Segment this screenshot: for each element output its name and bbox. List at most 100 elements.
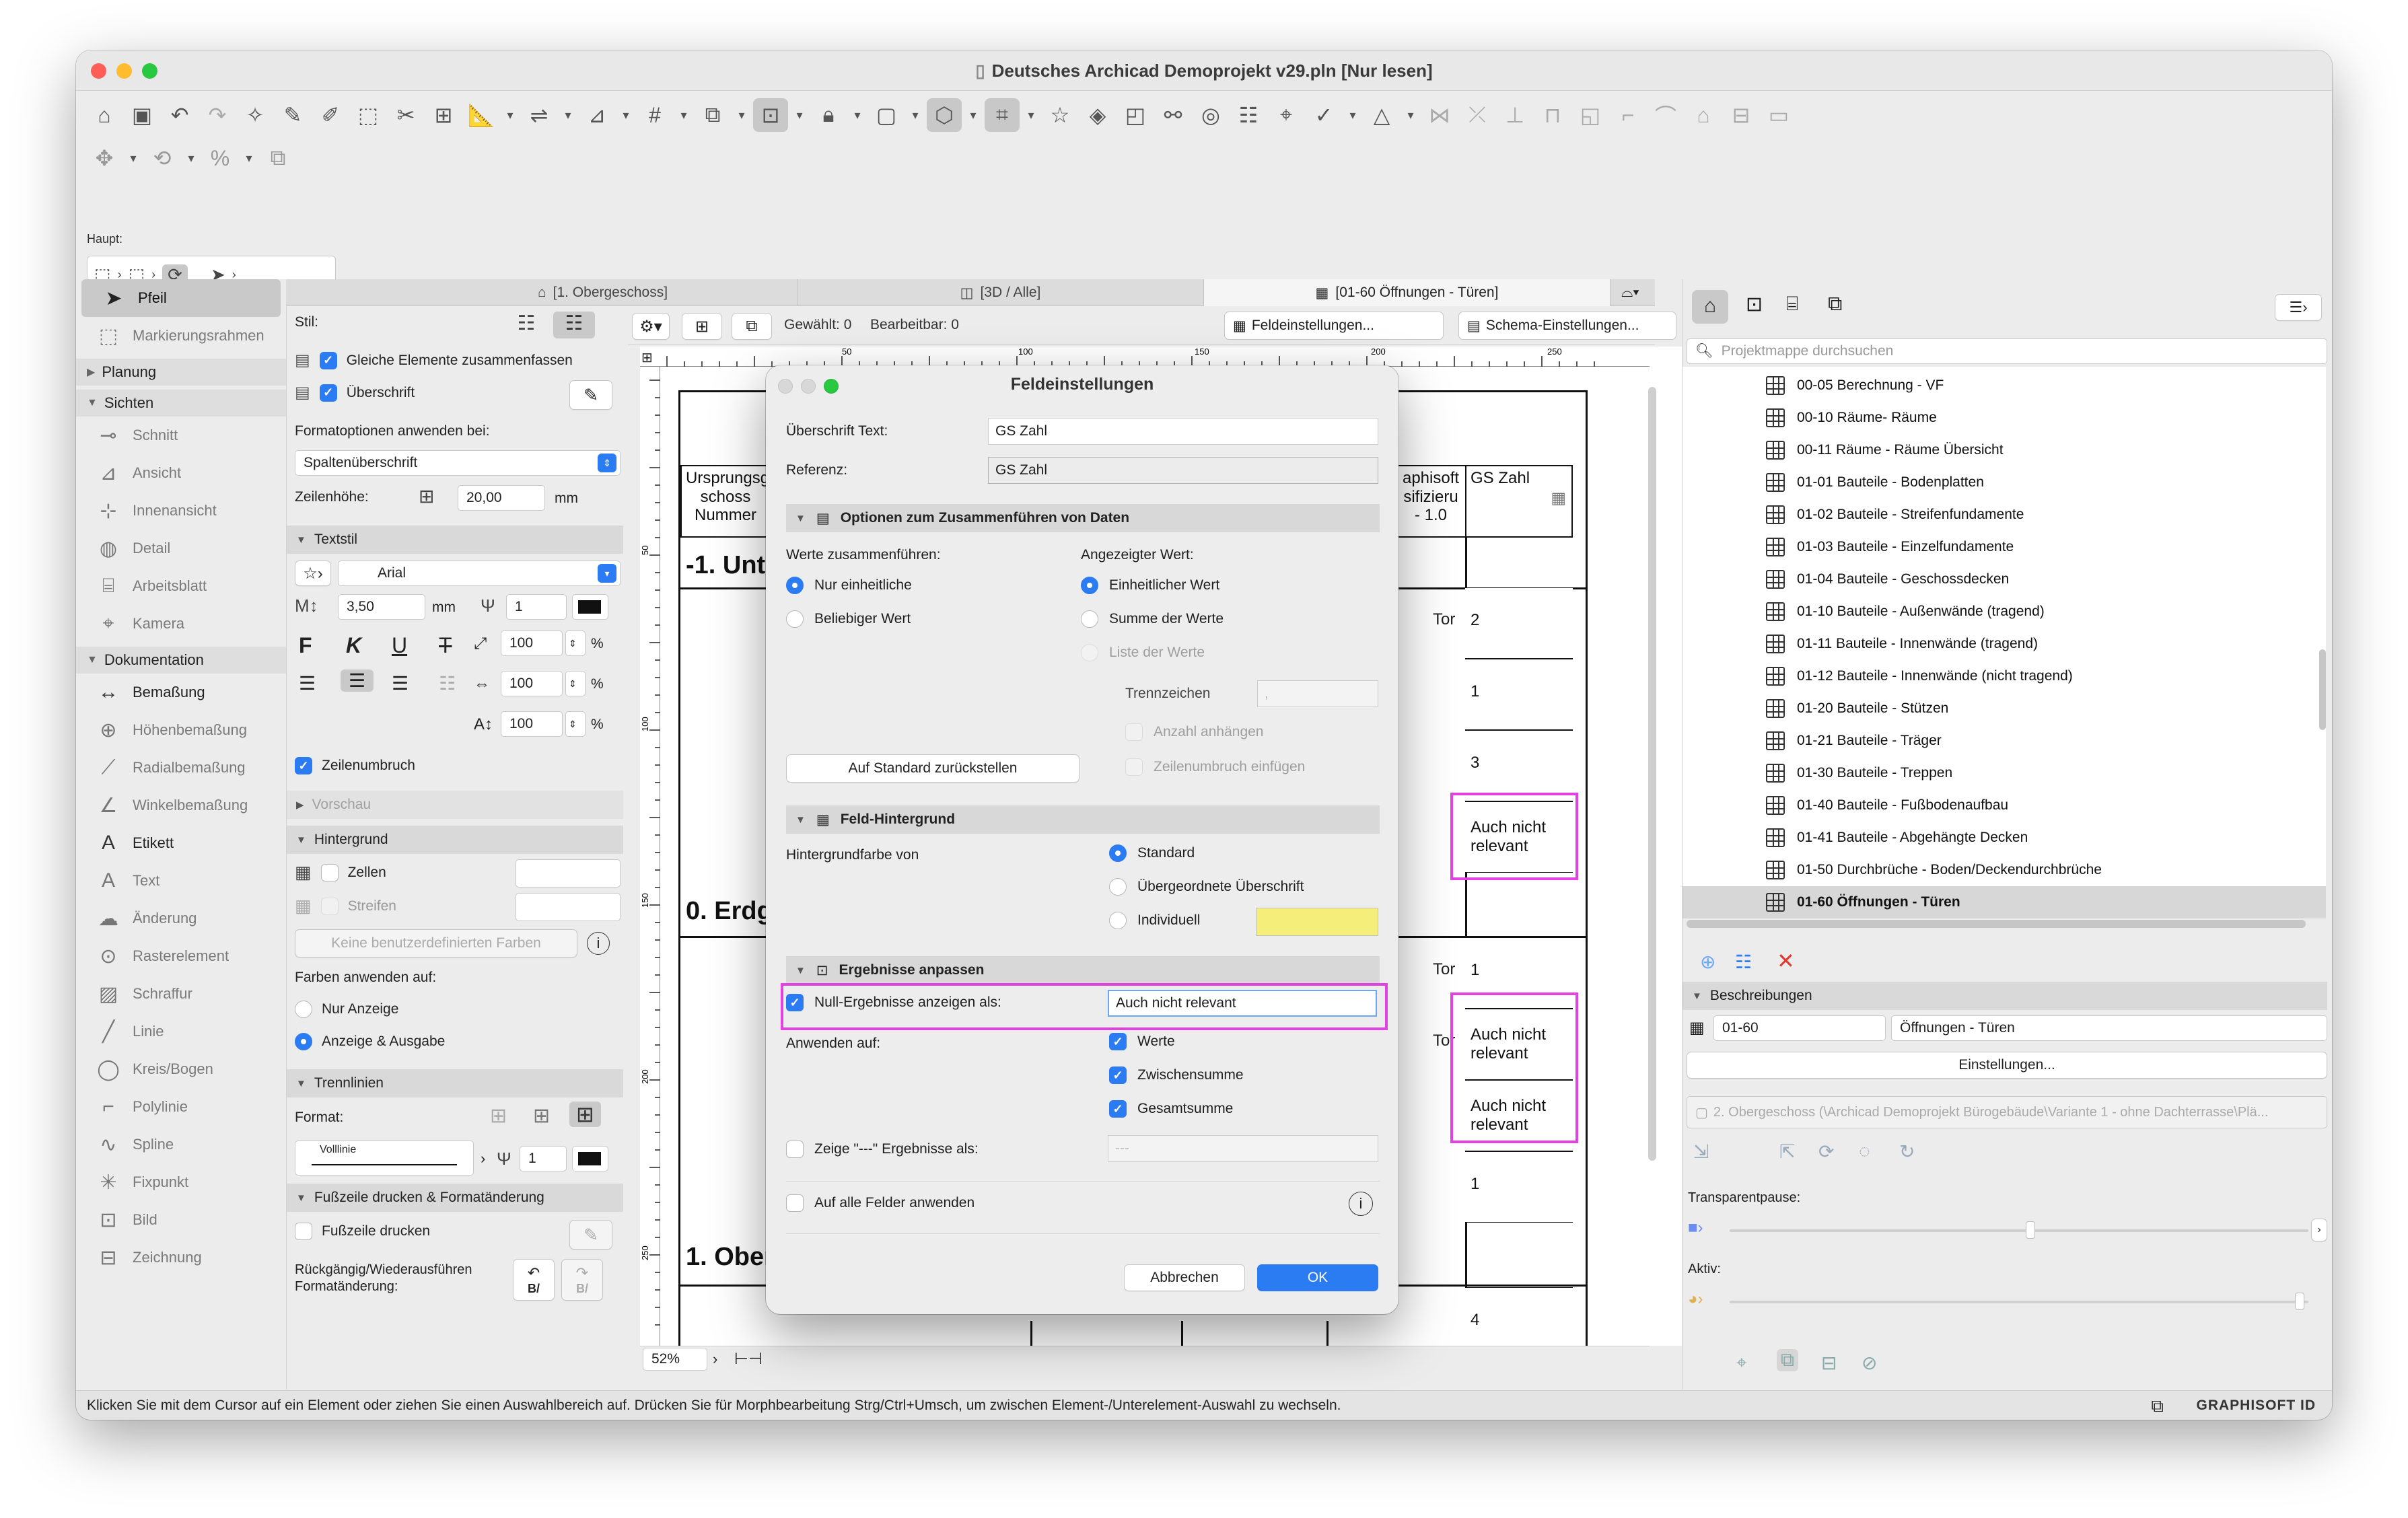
nav-item-schedule[interactable]: 01-30 Bauteile - Treppen xyxy=(1766,757,1952,789)
uniform-value-radio[interactable] xyxy=(1081,577,1098,594)
layer-icon[interactable]: ⧉ xyxy=(695,98,730,132)
tool-image[interactable]: ⊡ Bild xyxy=(76,1201,286,1239)
tab-floorplan[interactable]: ⌂ [1. Obergeschoss] xyxy=(409,279,798,306)
id-input[interactable]: 01-60 xyxy=(1713,1015,1886,1041)
chevron-down-icon[interactable]: ▾ xyxy=(617,98,635,132)
tab-schedule[interactable]: ▦ [01-60 Öffnungen - Türen] xyxy=(1204,279,1610,306)
frame-icon[interactable]: ▢ xyxy=(869,98,904,132)
star-icon[interactable]: ☆› xyxy=(295,561,331,586)
zoom-field[interactable]: 52% xyxy=(643,1348,707,1371)
home-icon[interactable]: ⌂ xyxy=(87,98,122,132)
snap-icon[interactable]: ⊿ xyxy=(579,98,614,132)
nav-item-schedule[interactable]: 01-04 Bauteile - Geschossdecken xyxy=(1766,563,2009,595)
favorite-icon[interactable]: ☆ xyxy=(1042,98,1077,132)
insert-linebreak-checkbox[interactable] xyxy=(1125,758,1143,776)
row-height-input[interactable]: 20,00 xyxy=(458,485,545,511)
trennlinien-section[interactable]: ▼ Trennlinien xyxy=(287,1069,623,1097)
chevron-down-icon[interactable]: ▾ xyxy=(559,98,577,132)
mode-icon-4[interactable]: ⊘ xyxy=(1862,1352,1877,1374)
chevron-down-icon[interactable]: ▾ xyxy=(849,98,866,132)
curve-icon[interactable]: ⌒ xyxy=(1648,98,1683,132)
font-size-input[interactable]: 3,50 xyxy=(338,594,425,620)
delete-icon[interactable]: ✕ xyxy=(1777,948,1795,974)
null-results-checkbox[interactable]: ✓ xyxy=(786,994,804,1011)
width-input[interactable]: 100 xyxy=(501,630,563,656)
strikethrough-icon[interactable]: T xyxy=(439,633,452,658)
height-input[interactable]: 100 xyxy=(501,711,563,737)
bg-standard-radio[interactable] xyxy=(1109,844,1127,862)
apply-total-checkbox[interactable]: ✓ xyxy=(1109,1100,1127,1118)
pencil-icon[interactable]: ✎ xyxy=(569,380,612,410)
chevron-down-icon[interactable]: ▾ xyxy=(182,141,200,175)
tool-text[interactable]: A Text xyxy=(76,862,286,900)
name-input[interactable]: Öffnungen - Türen xyxy=(1891,1015,2327,1041)
value-cell[interactable]: 1 xyxy=(1465,1151,1573,1223)
tool-level-dimension[interactable]: ⊕ Höhenbemaßung xyxy=(76,711,286,749)
syringe-icon[interactable]: ✐ xyxy=(313,98,348,132)
footer-section[interactable]: ▼ Fußzeile drucken & Formatänderung xyxy=(287,1184,623,1212)
tag-icon[interactable]: ⌖ xyxy=(1269,98,1304,132)
nav-item-schedule[interactable]: 01-40 Bauteile - Fußbodenaufbau xyxy=(1766,789,2008,822)
nav-item-schedule[interactable]: 01-60 Öffnungen - Türen xyxy=(1766,886,1960,918)
chevron-down-icon[interactable]: ▾ xyxy=(964,98,982,132)
nav-item-schedule[interactable]: 01-12 Bauteile - Innenwände (nicht trage… xyxy=(1766,660,2073,692)
place-icon[interactable]: ⇱ xyxy=(1779,1141,1795,1163)
cells-color-swatch[interactable] xyxy=(516,859,621,888)
footer-checkbox[interactable] xyxy=(295,1223,312,1240)
redefine-icon[interactable]: ⇲ xyxy=(1693,1141,1709,1163)
grid-all-icon[interactable]: ⊞ xyxy=(569,1101,601,1127)
dash-results-checkbox[interactable] xyxy=(786,1141,804,1158)
toolbox-group-sichten[interactable]: ▼ Sichten xyxy=(76,390,286,417)
fillet-icon[interactable]: ◱ xyxy=(1573,98,1608,132)
value-cell[interactable]: 3 xyxy=(1465,730,1573,801)
chevron-updown-icon[interactable]: ⇕ xyxy=(598,454,616,472)
chevron-down-icon[interactable]: ▾ xyxy=(733,98,750,132)
adjust-icon[interactable]: ⤫ xyxy=(1460,98,1495,132)
tool-fill[interactable]: ▨ Schraffur xyxy=(76,975,286,1013)
line-type-select[interactable]: Volllinie xyxy=(295,1141,474,1176)
fit-width-icon[interactable]: ⊢⊣ xyxy=(734,1349,763,1369)
spacing-input[interactable]: 100 xyxy=(501,671,563,696)
chevron-down-icon[interactable]: ▾ xyxy=(501,98,519,132)
active-slider[interactable] xyxy=(1730,1293,2308,1310)
merge-same-checkbox[interactable]: ✓ xyxy=(319,351,337,369)
tab-menu-icon[interactable]: ⌓▾ xyxy=(1621,283,1639,301)
slider-thumb[interactable] xyxy=(2026,1221,2035,1239)
only-display-radio[interactable] xyxy=(295,1001,312,1018)
suspend-groups-icon[interactable]: ⊡ xyxy=(753,98,788,132)
tool-grid-element[interactable]: ⊙ Rasterelement xyxy=(76,937,286,975)
eyedropper-icon[interactable]: ✎ xyxy=(275,98,310,132)
align-justify-icon[interactable]: ☷ xyxy=(439,672,456,694)
properties-icon[interactable]: ☷ xyxy=(1231,98,1266,132)
any-value-radio[interactable] xyxy=(786,610,804,628)
project-map-icon[interactable]: ⌂ xyxy=(1692,290,1728,324)
font-select[interactable]: Arial xyxy=(338,561,621,586)
intersect-icon[interactable]: ⊓ xyxy=(1535,98,1570,132)
append-count-checkbox[interactable] xyxy=(1125,723,1143,741)
layout-book-icon[interactable]: ⌸ xyxy=(1786,293,1798,316)
header-cell-gs-zahl[interactable]: GS Zahl ▦ xyxy=(1465,465,1573,538)
link-icon[interactable]: ⚯ xyxy=(1156,98,1191,132)
sum-values-radio[interactable] xyxy=(1081,610,1098,628)
toolbox-group-planung[interactable]: ▶ Planung xyxy=(76,359,286,386)
distribute-icon[interactable]: ⊟ xyxy=(1724,98,1759,132)
resize-icon[interactable]: % xyxy=(203,141,238,175)
dash-results-input[interactable]: --- xyxy=(1108,1135,1378,1162)
header-cell-origin[interactable]: Ursprungsg schoss Nummer xyxy=(680,465,771,538)
tool-label[interactable]: A Etikett xyxy=(76,824,286,862)
navigator-hscrollbar[interactable] xyxy=(1687,920,2306,928)
underline-icon[interactable]: U xyxy=(392,633,407,658)
no-custom-colors-button[interactable]: Keine benutzerdefinierten Farben xyxy=(295,929,577,957)
3d-cutaway-icon[interactable]: ◈ xyxy=(1080,98,1115,132)
shape-icon[interactable]: ⬡ xyxy=(927,98,962,132)
value-cell[interactable]: 1 xyxy=(1465,659,1573,730)
header-checkbox[interactable]: ✓ xyxy=(319,384,337,402)
measure-icon[interactable]: ⊞ xyxy=(426,98,461,132)
navigator-search-input[interactable]: 🔍︎ Projektmappe durchsuchen xyxy=(1687,338,2327,364)
pen-input[interactable]: 1 xyxy=(506,594,567,620)
separator-input[interactable]: , xyxy=(1257,680,1378,707)
stripes-checkbox[interactable] xyxy=(320,897,339,915)
stepper-icon[interactable]: ⇕ xyxy=(565,630,586,656)
mode-icon-2[interactable]: ⧉ xyxy=(1777,1349,1798,1371)
offset-icon[interactable]: ⊥ xyxy=(1497,98,1532,132)
